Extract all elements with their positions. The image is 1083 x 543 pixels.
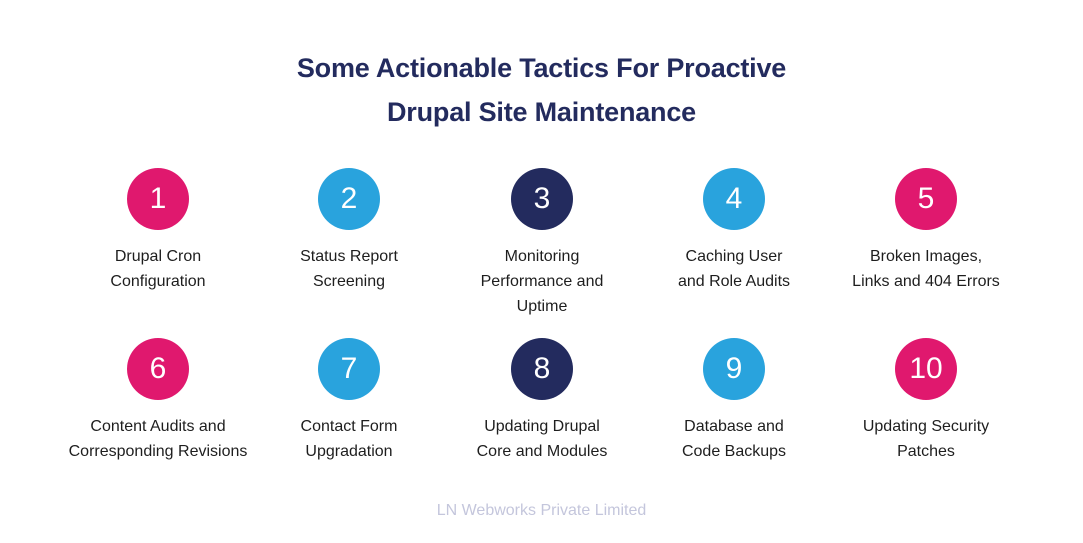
number-badge: 9 — [703, 338, 765, 400]
tactic-item-10: 10 Updating Security Patches — [811, 338, 1041, 464]
number-badge: 5 — [895, 168, 957, 230]
label-line: Patches — [897, 443, 955, 460]
tactic-label: Broken Images, Links and 404 Errors — [811, 244, 1041, 294]
label-line: Broken Images, — [869, 248, 983, 265]
tactic-label: Updating Security Patches — [811, 414, 1041, 464]
number-badge: 1 — [127, 168, 189, 230]
label-line: Updating Security — [862, 418, 990, 435]
number-badge: 3 — [511, 168, 573, 230]
footer-watermark: LN Webworks Private Limited — [436, 502, 647, 519]
label-line: Links and 404 Errors — [852, 273, 1000, 290]
number-badge: 6 — [127, 338, 189, 400]
number-badge: 4 — [703, 168, 765, 230]
number-badge: 10 — [895, 338, 957, 400]
number-badge: 8 — [511, 338, 573, 400]
number-badge: 2 — [318, 168, 380, 230]
tactic-item-5: 5 Broken Images, Links and 404 Errors — [811, 168, 1041, 294]
number-badge: 7 — [318, 338, 380, 400]
tactics-grid: 1 Drupal Cron Configuration 2 Status Rep… — [0, 0, 1083, 543]
label-line: Uptime — [516, 298, 568, 315]
